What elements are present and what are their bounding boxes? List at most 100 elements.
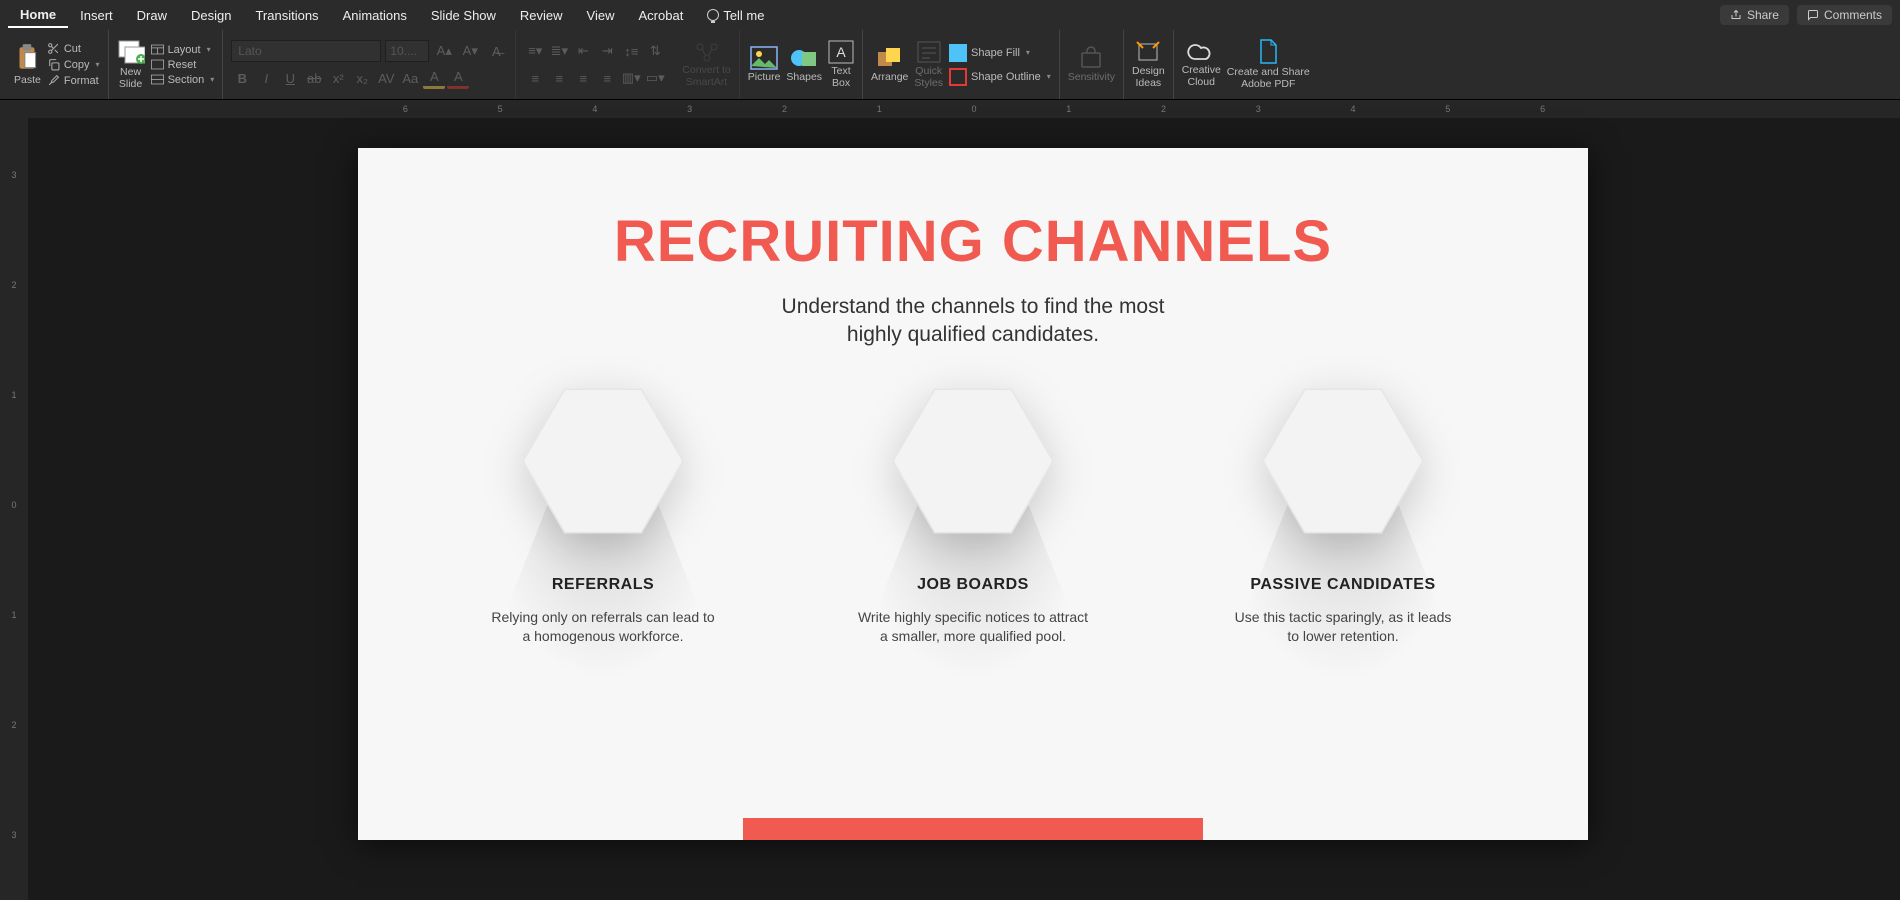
ruler-horizontal: 6 5 4 3 2 1 0 1 2 3 4 5 6: [28, 100, 1900, 118]
pdf-icon: [1256, 39, 1280, 65]
quick-styles-button[interactable]: Quick Styles: [914, 40, 943, 89]
comment-icon: [1807, 9, 1819, 21]
cut-button[interactable]: Cut: [47, 42, 100, 55]
outline-swatch-icon: [949, 68, 967, 86]
align-center-button[interactable]: ≡: [548, 67, 570, 89]
align-text-button[interactable]: ▭▾: [644, 67, 666, 89]
font-name-input[interactable]: [231, 40, 381, 62]
textbox-button[interactable]: A Text Box: [828, 40, 854, 89]
scissors-icon: [47, 42, 60, 55]
hexagon-icon: [888, 386, 1058, 536]
tab-acrobat[interactable]: Acrobat: [627, 4, 696, 27]
creative-cloud-button[interactable]: Creative Cloud: [1182, 41, 1221, 88]
picture-icon: [750, 46, 778, 70]
convert-smartart-button[interactable]: Convert to SmartArt: [682, 41, 730, 88]
change-case-button[interactable]: Aa: [399, 67, 421, 89]
increase-font-button[interactable]: A▴: [433, 40, 455, 62]
increase-indent-button[interactable]: ⇥: [596, 40, 618, 62]
comments-button[interactable]: Comments: [1797, 5, 1892, 25]
brush-icon: [47, 74, 60, 87]
shape-outline-button[interactable]: Shape Outline▾: [949, 68, 1051, 86]
decrease-indent-button[interactable]: ⇤: [572, 40, 594, 62]
group-slides: New Slide Layout▾ Reset Section▾: [109, 30, 224, 99]
tab-draw[interactable]: Draw: [125, 4, 179, 27]
shape-fill-button[interactable]: Shape Fill▾: [949, 44, 1051, 62]
text-direction-button[interactable]: ⇅: [644, 40, 666, 62]
group-font: A▴ A▾ A̶ B I U ab x² x₂ AV Aa A A: [223, 30, 516, 99]
slide-subtitle[interactable]: Understand the channels to find the most…: [358, 293, 1588, 350]
section-icon: [151, 74, 164, 85]
group-insert: Picture Shapes A Text Box: [740, 30, 863, 99]
copy-icon: [47, 58, 60, 71]
card-jobboards[interactable]: JOB BOARDS Write highly specific notices…: [823, 386, 1123, 647]
shapes-button[interactable]: Shapes: [786, 46, 822, 84]
font-fill-button[interactable]: A: [423, 67, 445, 89]
strike-button[interactable]: ab: [303, 67, 325, 89]
card-passive[interactable]: PASSIVE CANDIDATES Use this tactic spari…: [1193, 386, 1493, 647]
font-color-button[interactable]: A: [447, 67, 469, 89]
tab-design[interactable]: Design: [179, 4, 243, 27]
svg-text:A: A: [836, 44, 846, 60]
decrease-font-button[interactable]: A▾: [459, 40, 481, 62]
arrange-button[interactable]: Arrange: [871, 46, 908, 84]
paste-button[interactable]: Paste: [14, 43, 41, 87]
share-icon: [1730, 9, 1742, 21]
group-sensitivity: Sensitivity: [1060, 30, 1124, 99]
reset-button[interactable]: Reset: [151, 59, 215, 71]
design-ideas-icon: [1135, 40, 1161, 64]
bullets-button[interactable]: ≡▾: [524, 40, 546, 62]
adobe-pdf-button[interactable]: Create and Share Adobe PDF: [1227, 39, 1310, 90]
picture-button[interactable]: Picture: [748, 46, 781, 84]
design-ideas-button[interactable]: Design Ideas: [1132, 40, 1165, 89]
tab-insert[interactable]: Insert: [68, 4, 125, 27]
quick-styles-icon: [916, 40, 942, 64]
tab-review[interactable]: Review: [508, 4, 575, 27]
bold-button[interactable]: B: [231, 67, 253, 89]
card-referrals[interactable]: REFERRALS Relying only on referrals can …: [453, 386, 753, 647]
share-button[interactable]: Share: [1720, 5, 1789, 25]
format-painter-button[interactable]: Format: [47, 74, 100, 87]
paste-icon: [14, 43, 40, 73]
line-spacing-button[interactable]: ↕≡: [620, 40, 642, 62]
hexagon-icon: [518, 386, 688, 536]
copy-button[interactable]: Copy▾: [47, 58, 100, 71]
new-slide-button[interactable]: New Slide: [117, 39, 145, 90]
group-adobe: Creative Cloud Create and Share Adobe PD…: [1174, 30, 1318, 99]
fill-swatch-icon: [949, 44, 967, 62]
font-size-input[interactable]: [385, 40, 429, 62]
slide[interactable]: RECRUITING CHANNELS Understand the chann…: [358, 148, 1588, 840]
subscript-button[interactable]: x₂: [351, 67, 373, 89]
footer-accent-bar: [743, 818, 1203, 840]
columns-button[interactable]: ▥▾: [620, 67, 642, 89]
card-body: Relying only on referrals can lead to a …: [453, 608, 753, 647]
card-heading: JOB BOARDS: [823, 576, 1123, 594]
numbering-button[interactable]: ≣▾: [548, 40, 570, 62]
sensitivity-button[interactable]: Sensitivity: [1068, 46, 1115, 84]
tab-view[interactable]: View: [575, 4, 627, 27]
tab-slideshow[interactable]: Slide Show: [419, 4, 508, 27]
tell-me[interactable]: Tell me: [695, 4, 776, 27]
sensitivity-icon: [1078, 46, 1104, 70]
clear-format-button[interactable]: A̶: [485, 40, 507, 62]
menu-bar: Home Insert Draw Design Transitions Anim…: [0, 0, 1900, 30]
underline-button[interactable]: U: [279, 67, 301, 89]
slide-title[interactable]: RECRUITING CHANNELS: [358, 208, 1588, 275]
align-left-button[interactable]: ≡: [524, 67, 546, 89]
bulb-icon: [707, 9, 719, 21]
card-heading: PASSIVE CANDIDATES: [1193, 576, 1493, 594]
align-right-button[interactable]: ≡: [572, 67, 594, 89]
justify-button[interactable]: ≡: [596, 67, 618, 89]
superscript-button[interactable]: x²: [327, 67, 349, 89]
section-button[interactable]: Section▾: [151, 74, 215, 86]
canvas[interactable]: 6 5 4 3 2 1 0 1 2 3 4 5 6 RECRUITING CHA…: [28, 100, 1900, 900]
hexagon-icon: [1258, 386, 1428, 536]
highlight-button[interactable]: AV: [375, 67, 397, 89]
layout-button[interactable]: Layout▾: [151, 44, 215, 56]
italic-button[interactable]: I: [255, 67, 277, 89]
group-clipboard: Paste Cut Copy▾ Format: [6, 30, 109, 99]
textbox-icon: A: [828, 40, 854, 64]
workspace: 3 2 1 0 1 2 3 6 5 4 3 2 1 0 1 2 3 4 5 6 …: [0, 100, 1900, 900]
tab-home[interactable]: Home: [8, 3, 68, 28]
tab-animations[interactable]: Animations: [331, 4, 419, 27]
tab-transitions[interactable]: Transitions: [243, 4, 330, 27]
